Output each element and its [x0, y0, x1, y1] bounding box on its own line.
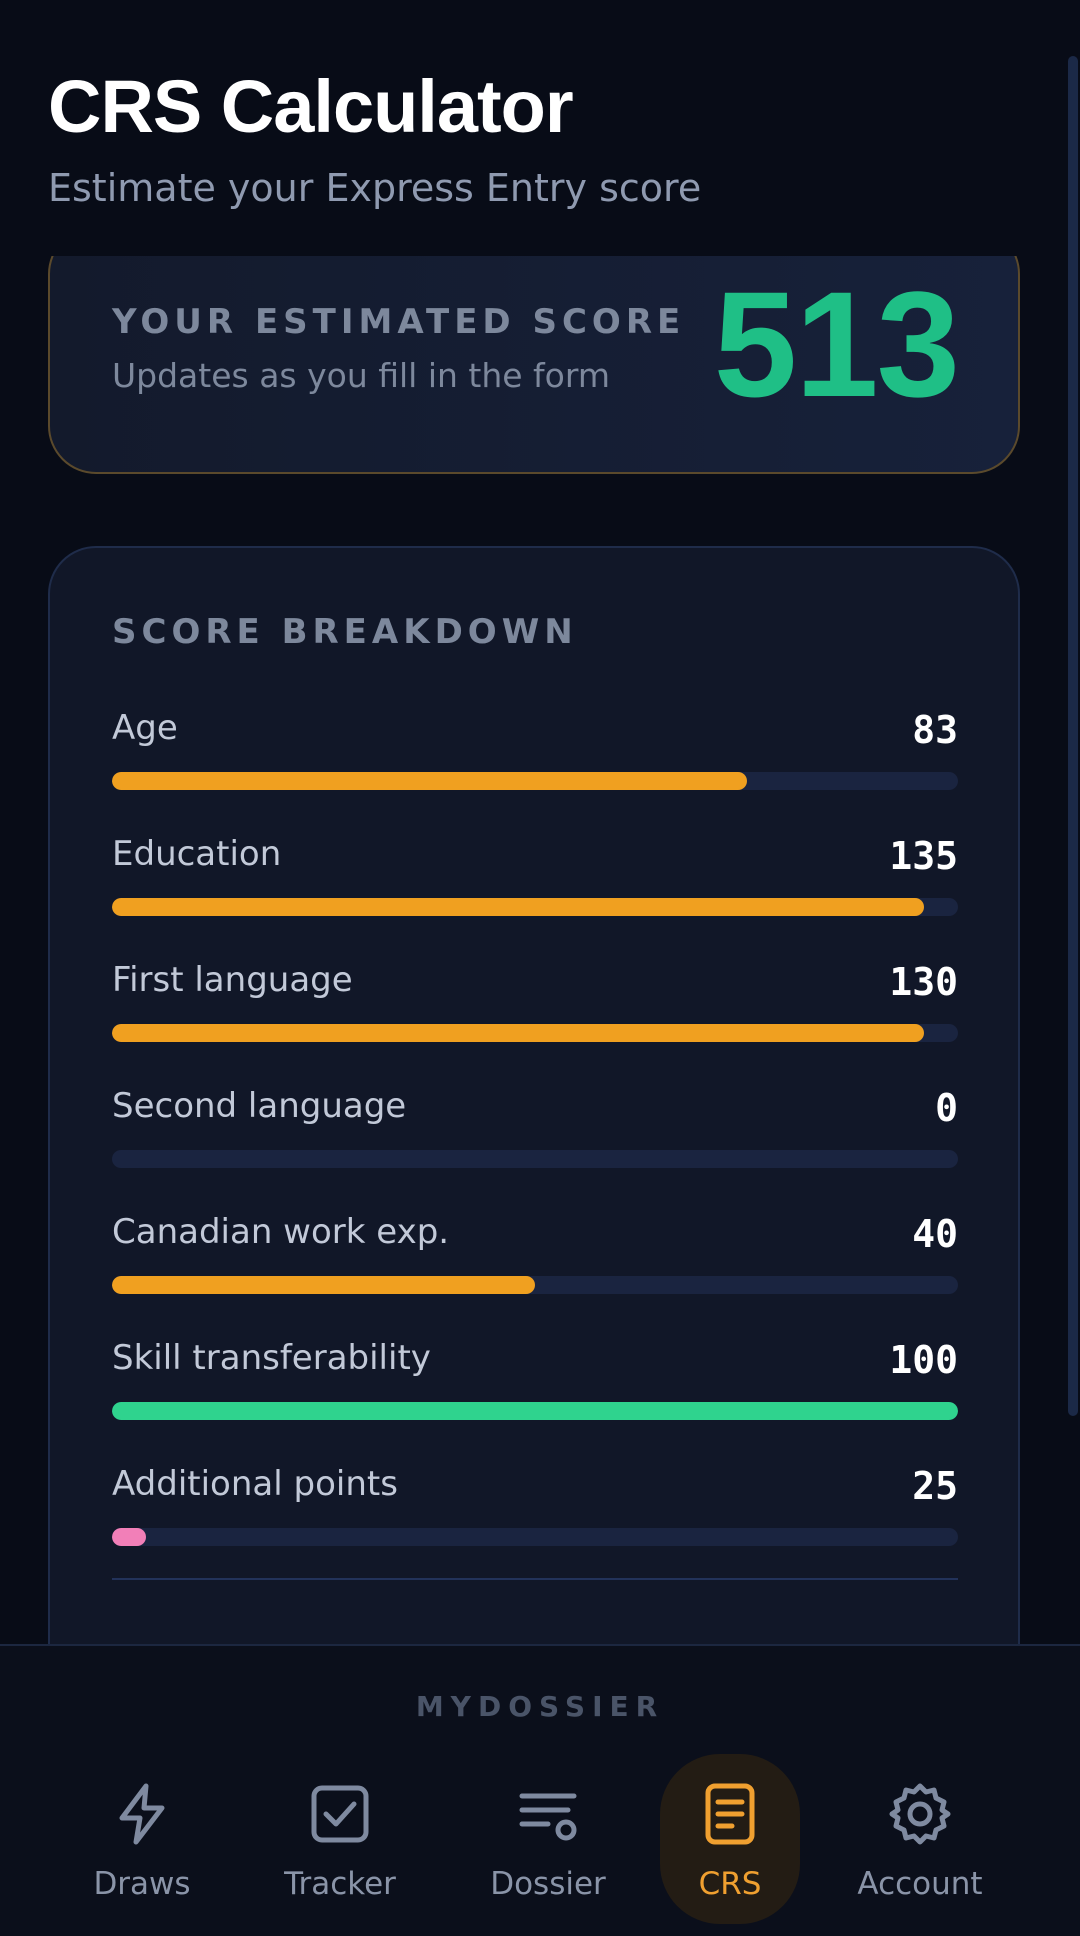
- page-subtitle: Estimate your Express Entry score: [48, 166, 702, 210]
- row-value: 100: [889, 1338, 958, 1382]
- row-label: Second language: [112, 1086, 407, 1126]
- nav-label: Account: [857, 1866, 983, 1902]
- brand-label: MYDOSSIER: [415, 1690, 665, 1723]
- progress-fill: [112, 1402, 958, 1420]
- breakdown-row-first-language: First language 130: [112, 960, 958, 1060]
- progress-fill: [112, 1528, 146, 1546]
- score-breakdown-card: SCORE BREAKDOWN Age 83 Education 135 Fir…: [48, 546, 1020, 1644]
- nav-label: Draws: [93, 1866, 191, 1902]
- nav-item-account[interactable]: Account: [850, 1754, 990, 1924]
- nav-item-crs[interactable]: CRS: [660, 1754, 800, 1924]
- breakdown-divider: [112, 1578, 958, 1580]
- list-settings-icon: [519, 1793, 577, 1841]
- progress-track: [112, 1024, 958, 1042]
- row-label: First language: [112, 960, 353, 1000]
- row-value: 83: [912, 708, 958, 752]
- progress-fill: [112, 772, 747, 790]
- page-title: CRS Calculator: [48, 65, 574, 148]
- progress-fill: [112, 898, 925, 916]
- row-value: 25: [912, 1464, 958, 1508]
- progress-fill: [112, 1276, 535, 1294]
- row-label: Age: [112, 708, 178, 748]
- progress-track: [112, 1528, 958, 1546]
- progress-track: [112, 1150, 958, 1168]
- nav-item-draws[interactable]: Draws: [72, 1754, 212, 1924]
- lightning-icon: [119, 1783, 165, 1845]
- breakdown-row-skill-transferability: Skill transferability 100: [112, 1338, 958, 1438]
- content-scroll-area[interactable]: YOUR ESTIMATED SCORE Updates as you fill…: [0, 256, 1080, 1644]
- score-hint: Updates as you fill in the form: [112, 356, 610, 395]
- progress-fill: [112, 1024, 925, 1042]
- row-value: 135: [889, 834, 958, 878]
- score-label: YOUR ESTIMATED SCORE: [112, 302, 686, 342]
- score-value: 513: [713, 260, 960, 428]
- nav-label: CRS: [698, 1866, 762, 1902]
- nav-item-tracker[interactable]: Tracker: [270, 1754, 410, 1924]
- breakdown-title: SCORE BREAKDOWN: [112, 612, 578, 652]
- row-value: 0: [935, 1086, 958, 1130]
- row-label: Additional points: [112, 1464, 398, 1504]
- row-value: 130: [889, 960, 958, 1004]
- header: CRS Calculator Estimate your Express Ent…: [0, 0, 1080, 256]
- scrollbar[interactable]: [1068, 56, 1078, 1416]
- estimated-score-card: YOUR ESTIMATED SCORE Updates as you fill…: [48, 256, 1020, 474]
- progress-track: [112, 772, 958, 790]
- bottom-nav: MYDOSSIER Draws Tracker Dossier CRS Acco…: [0, 1644, 1080, 1936]
- row-label: Canadian work exp.: [112, 1212, 450, 1252]
- row-value: 40: [912, 1212, 958, 1256]
- breakdown-row-second-language: Second language 0: [112, 1086, 958, 1186]
- nav-item-dossier[interactable]: Dossier: [478, 1754, 618, 1924]
- breakdown-row-additional-points: Additional points 25: [112, 1464, 958, 1564]
- gear-icon: [889, 1783, 951, 1845]
- nav-label: Tracker: [284, 1866, 396, 1902]
- row-label: Education: [112, 834, 282, 874]
- breakdown-row-age: Age 83: [112, 708, 958, 808]
- nav-label: Dossier: [490, 1866, 606, 1902]
- document-icon: [705, 1783, 755, 1845]
- breakdown-row-canadian-work: Canadian work exp. 40: [112, 1212, 958, 1312]
- progress-track: [112, 898, 958, 916]
- progress-track: [112, 1276, 958, 1294]
- checkbox-icon: [311, 1785, 369, 1843]
- row-label: Skill transferability: [112, 1338, 431, 1378]
- breakdown-row-education: Education 135: [112, 834, 958, 934]
- progress-track: [112, 1402, 958, 1420]
